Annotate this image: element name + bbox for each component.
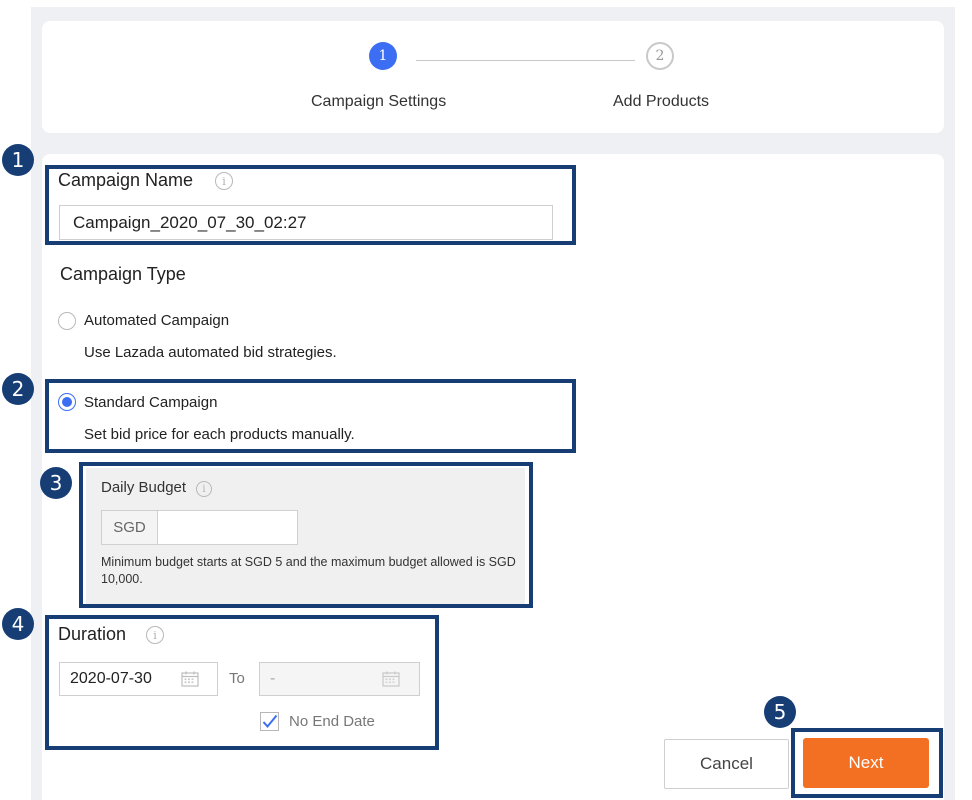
annotation-badge-5: 5 [764, 696, 796, 728]
step-1-indicator[interactable]: 1 [369, 42, 397, 70]
annotation-box-5 [791, 728, 943, 798]
annotation-box-2 [45, 379, 576, 453]
annotation-box-3 [79, 462, 533, 608]
automated-campaign-radio[interactable] [58, 312, 76, 330]
cancel-button[interactable]: Cancel [664, 739, 789, 789]
annotation-badge-4: 4 [2, 608, 34, 640]
step-1-label: Campaign Settings [311, 93, 447, 110]
annotation-badge-3: 3 [40, 467, 72, 499]
annotation-badge-1: 1 [2, 144, 34, 176]
annotation-box-4 [45, 615, 439, 750]
annotation-box-1 [45, 165, 576, 245]
campaign-type-label: Campaign Type [60, 264, 186, 284]
step-2-label: Add Products [613, 93, 710, 110]
step-2-indicator[interactable]: 2 [646, 42, 674, 70]
stepper-card [42, 21, 944, 133]
automated-campaign-description: Use Lazada automated bid strategies. [84, 344, 337, 361]
automated-campaign-label[interactable]: Automated Campaign [84, 312, 229, 329]
annotation-badge-2: 2 [2, 373, 34, 405]
step-connector-line [416, 60, 635, 61]
